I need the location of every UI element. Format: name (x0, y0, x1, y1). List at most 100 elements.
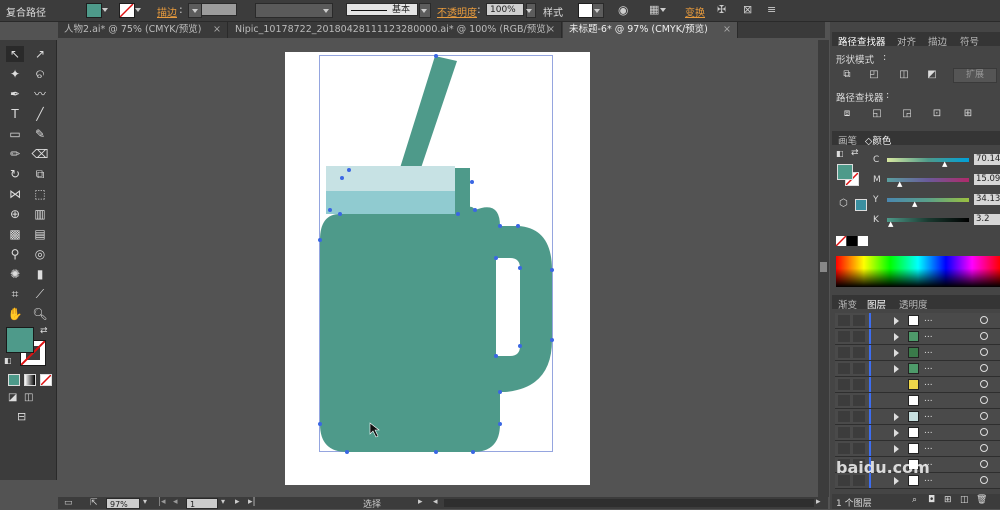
expand-triangle-icon[interactable] (894, 445, 899, 453)
expand-triangle-icon[interactable] (894, 429, 899, 437)
target-icon[interactable] (980, 348, 988, 356)
channel-k-handle-icon[interactable]: ▲ (888, 220, 893, 228)
visibility-toggle[interactable] (838, 331, 850, 342)
expand-triangle-icon[interactable] (894, 365, 899, 373)
channel-k-value[interactable]: 3.2 (974, 214, 1000, 225)
target-icon[interactable] (980, 412, 988, 420)
scroll-right-icon[interactable]: ▸ (816, 497, 821, 507)
tab-layers[interactable]: 图层 (867, 297, 886, 311)
layer-row[interactable]: ... (835, 441, 1000, 457)
lock-toggle[interactable] (853, 443, 865, 454)
make-clipping-mask-icon[interactable]: ◘ (928, 495, 935, 505)
scroll-thumb[interactable] (820, 262, 827, 272)
layer-row[interactable]: ... (835, 393, 1000, 409)
outline-icon[interactable]: ⊞ (961, 108, 975, 120)
expand-button[interactable]: 扩展 (953, 68, 997, 83)
channel-m-value[interactable]: 15.09 (974, 174, 1000, 185)
locate-object-icon[interactable]: ⌕ (912, 495, 917, 505)
black-swatch[interactable] (847, 236, 857, 246)
target-icon[interactable] (980, 428, 988, 436)
artboard-number-field[interactable]: 1 (186, 498, 218, 509)
default-colors-icon[interactable]: ◧ (836, 149, 844, 158)
expand-triangle-icon[interactable] (894, 333, 899, 341)
tab-brushes[interactable]: 画笔 (838, 133, 857, 147)
expand-triangle-icon[interactable] (894, 477, 899, 485)
layer-row[interactable]: ... (835, 345, 1000, 361)
delete-layer-icon[interactable]: 🗑︎ (976, 495, 987, 505)
new-sublayer-icon[interactable]: ⊞ (944, 495, 952, 505)
lock-toggle[interactable] (853, 427, 865, 438)
new-layer-icon[interactable]: ◫ (960, 495, 969, 505)
channel-y-handle-icon[interactable]: ▲ (912, 200, 917, 208)
white-swatch[interactable] (858, 236, 868, 246)
visibility-toggle[interactable] (838, 395, 850, 406)
channel-c-handle-icon[interactable]: ▲ (942, 160, 947, 168)
channel-k-slider[interactable] (887, 218, 969, 222)
visibility-toggle[interactable] (838, 443, 850, 454)
visibility-toggle[interactable] (838, 427, 850, 438)
channel-y-value[interactable]: 34.13 (974, 194, 1000, 205)
none-swatch[interactable] (836, 236, 846, 246)
layer-row[interactable]: ... (835, 329, 1000, 345)
target-icon[interactable] (980, 316, 988, 324)
tab-symbols[interactable]: 符号 (960, 34, 979, 48)
first-artboard-icon[interactable]: |◂ (158, 497, 166, 507)
status-menu-icon[interactable]: ▸ (418, 497, 423, 507)
divide-icon[interactable]: ⧈ (840, 108, 854, 120)
minus-front-icon[interactable]: ◰ (867, 69, 881, 81)
crop-icon[interactable]: ⊡ (930, 108, 944, 120)
target-icon[interactable] (980, 444, 988, 452)
trim-icon[interactable]: ◱ (870, 108, 884, 120)
lock-toggle[interactable] (853, 395, 865, 406)
target-icon[interactable] (980, 476, 988, 484)
scroll-left-icon[interactable]: ◂ (433, 497, 438, 507)
prev-artboard-icon[interactable]: ◂ (173, 497, 178, 507)
visibility-toggle[interactable] (838, 363, 850, 374)
color-fill-box-front[interactable] (837, 164, 853, 180)
exclude-icon[interactable]: ◩ (925, 69, 939, 81)
last-artboard-icon[interactable]: ▸| (248, 497, 256, 507)
visibility-toggle[interactable] (838, 315, 850, 326)
visibility-toggle[interactable] (838, 347, 850, 358)
channel-m-handle-icon[interactable]: ▲ (897, 180, 902, 188)
merge-icon[interactable]: ◲ (900, 108, 914, 120)
tab-color[interactable]: ◇颜色 (865, 133, 891, 147)
zoom-dropdown-icon[interactable]: ▾ (143, 497, 147, 506)
horizontal-scrollbar[interactable] (444, 499, 814, 507)
target-icon[interactable] (980, 380, 988, 388)
tab-transparency[interactable]: 透明度 (899, 297, 928, 311)
zoom-field[interactable]: 97% (106, 498, 140, 509)
lock-toggle[interactable] (853, 363, 865, 374)
expand-triangle-icon[interactable] (894, 349, 899, 357)
layer-row[interactable]: ... (835, 409, 1000, 425)
layer-row[interactable]: ... (835, 377, 1000, 393)
visibility-toggle[interactable] (838, 411, 850, 422)
channel-c-value[interactable]: 70.14 (974, 154, 1000, 165)
out-of-gamut-icon[interactable]: ⬡ (839, 198, 848, 209)
lock-toggle[interactable] (853, 411, 865, 422)
lock-toggle[interactable] (853, 379, 865, 390)
zoom-out-icon[interactable]: ▭ (64, 498, 73, 508)
layer-row[interactable]: ... (835, 425, 1000, 441)
tab-pathfinder[interactable]: 路径查找器 (838, 34, 886, 48)
lock-toggle[interactable] (853, 315, 865, 326)
color-spectrum[interactable] (836, 256, 1000, 287)
expand-triangle-icon[interactable] (894, 317, 899, 325)
unite-icon[interactable]: ⧉ (840, 69, 854, 81)
layer-row[interactable]: ... (835, 361, 1000, 377)
artboard-dropdown-icon[interactable]: ▾ (221, 497, 225, 506)
layer-row[interactable]: ... (835, 313, 1000, 329)
next-artboard-icon[interactable]: ▸ (235, 497, 240, 507)
vertical-scrollbar[interactable] (818, 40, 829, 497)
channel-y-slider[interactable] (887, 198, 969, 202)
tab-align[interactable]: 对齐 (897, 34, 916, 48)
tab-gradient[interactable]: 渐变 (838, 297, 857, 311)
tab-stroke[interactable]: 描边 (928, 34, 947, 48)
target-icon[interactable] (980, 396, 988, 404)
target-icon[interactable] (980, 460, 988, 468)
expand-triangle-icon[interactable] (894, 413, 899, 421)
target-icon[interactable] (980, 332, 988, 340)
lock-toggle[interactable] (853, 347, 865, 358)
swap-colors-icon[interactable]: ⇄ (851, 148, 859, 158)
channel-c-slider[interactable] (887, 158, 969, 162)
